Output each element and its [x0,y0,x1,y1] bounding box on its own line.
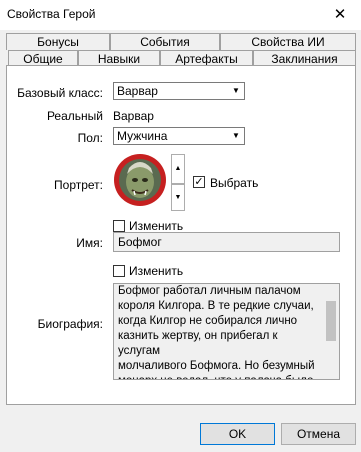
gender-label: Пол: [77,131,103,145]
dropdown-arrow-icon: ▼ [232,86,240,95]
real-class-value: Варвар [113,109,154,123]
select-portrait-label: Выбрать [210,176,259,190]
biography-label: Биография: [37,317,103,331]
tab-spells-label: Заклинания [271,52,338,66]
base-class-label: Базовый класс: [17,86,103,100]
portrait-down-button[interactable]: ▼ [171,184,185,211]
tab-events[interactable]: События [110,33,220,50]
hero-portrait [113,152,167,208]
tab-bonuses-label: Бонусы [37,35,79,49]
real-class-label: Реальный [46,109,103,123]
spin-up-icon: ▲ [174,165,182,172]
gender-select[interactable]: Мужчина ▼ [113,127,245,145]
change-bio-label: Изменить [129,264,184,278]
base-class-value: Варвар [117,84,158,98]
tab-bonuses[interactable]: Бонусы [6,33,110,50]
biography-scrollbar[interactable] [323,284,339,379]
check-icon: ✓ [194,176,204,188]
biography-text: Бофмог работал личным палачом короля Кил… [118,285,315,379]
cancel-button[interactable]: Отмена [281,423,356,445]
tab-ai-properties-label: Свойства ИИ [251,35,325,49]
tab-artifacts-label: Артефакты [175,52,238,66]
biography-field[interactable]: Бофмог работал личным палачом короля Кил… [113,283,340,380]
spin-down-icon: ▼ [174,194,182,201]
title-bar: Свойства Герой ✕ [0,0,361,30]
change-name-label: Изменить [129,219,184,233]
tab-events-label: События [140,35,190,49]
window-title: Свойства Герой [7,7,96,21]
portrait-up-button[interactable]: ▲ [171,154,185,184]
portrait-label: Портрет: [54,178,103,192]
close-icon: ✕ [333,6,347,23]
change-name-checkbox[interactable] [113,220,125,232]
select-portrait-checkbox[interactable]: ✓ [193,176,205,188]
ok-button[interactable]: OK [200,423,275,445]
name-label: Имя: [76,236,103,250]
change-bio-checkbox[interactable] [113,265,125,277]
hero-portrait-image [114,154,166,206]
scrollbar-thumb[interactable] [326,301,336,341]
dropdown-arrow-icon: ▼ [232,131,240,140]
tab-skills-label: Навыки [97,52,141,66]
gender-value: Мужчина [117,129,168,143]
name-value: Бофмог [118,235,162,249]
tab-ai-properties[interactable]: Свойства ИИ [220,33,356,50]
base-class-select[interactable]: Варвар ▼ [113,82,245,100]
name-field[interactable]: Бофмог [113,232,340,252]
close-button[interactable]: ✕ [319,0,361,30]
tab-general-label: Общие [23,52,63,66]
